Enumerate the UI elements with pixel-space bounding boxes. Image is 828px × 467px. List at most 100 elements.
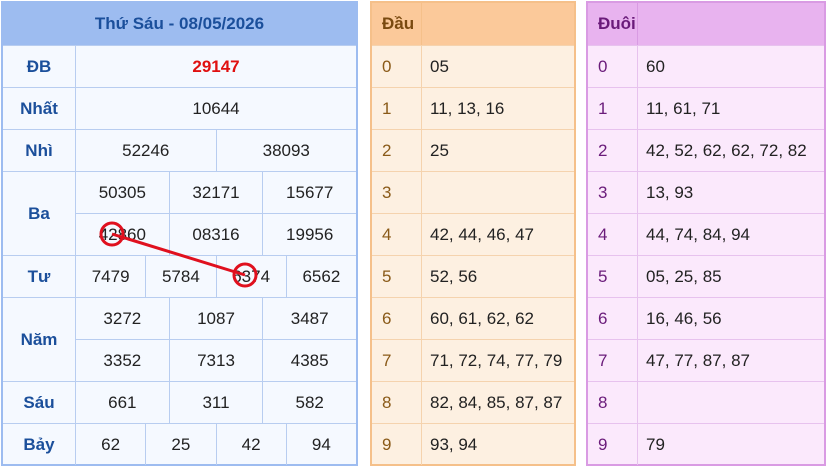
prize-number: 6562 bbox=[285, 256, 356, 297]
prize-number: 08316 bbox=[168, 214, 263, 255]
duoi-row: 2 42, 52, 62, 62, 72, 82 bbox=[588, 129, 824, 171]
dau-row: 1 11, 13, 16 bbox=[372, 87, 574, 129]
duoi-digit: 0 bbox=[588, 46, 638, 87]
prize-label: Tư bbox=[3, 256, 76, 297]
prize-number: 19956 bbox=[262, 214, 356, 255]
dau-values: 52, 56 bbox=[430, 266, 478, 286]
results-table: Thứ Sáu - 08/05/2026 ĐB 29147 Nhất 10644 Nhì… bbox=[1, 1, 358, 466]
dau-digit: 0 bbox=[372, 46, 422, 87]
prize-number: 10644 bbox=[192, 98, 240, 118]
prize-number: 52246 bbox=[122, 140, 170, 160]
dau-header: Đầu bbox=[372, 3, 574, 45]
results-title: Thứ Sáu - 08/05/2026 bbox=[3, 3, 356, 45]
prize-number: 15677 bbox=[262, 172, 356, 213]
dau-digit: 1 bbox=[372, 88, 422, 129]
dau-values: 82, 84, 85, 87, 87 bbox=[430, 392, 563, 412]
dau-row: 5 52, 56 bbox=[372, 255, 574, 297]
dau-digit: 2 bbox=[372, 130, 422, 171]
prize-number: 7313 bbox=[168, 340, 263, 381]
duoi-digit: 6 bbox=[588, 298, 638, 339]
duoi-values: 05, 25, 85 bbox=[646, 266, 722, 286]
prize-label: Năm bbox=[3, 298, 76, 381]
results-body: ĐB 29147 Nhất 10644 Nhì 52246 38093 Ba 50305 3217… bbox=[3, 45, 356, 465]
result-row: Năm 3272 1087 3487 3352 7313 4385 bbox=[3, 297, 356, 381]
prize-label: Nhì bbox=[3, 130, 76, 171]
duoi-digit: 3 bbox=[588, 172, 638, 213]
result-row: Nhất 10644 bbox=[3, 87, 356, 129]
duoi-row: 9 79 bbox=[588, 423, 824, 465]
dau-table: Đầu 0 05 1 11, 13, 16 2 25 3 4 42, 44, 46, 47 5 52… bbox=[370, 1, 576, 466]
result-row: Tư 7479 5784 6374 6562 bbox=[3, 255, 356, 297]
dau-values: 05 bbox=[430, 56, 449, 76]
duoi-values bbox=[638, 382, 824, 423]
prize-number: 311 bbox=[168, 382, 263, 423]
duoi-row: 4 44, 74, 84, 94 bbox=[588, 213, 824, 255]
prize-number: 32171 bbox=[168, 172, 263, 213]
prize-label: Ba bbox=[3, 172, 76, 255]
prize-number: 1087 bbox=[168, 298, 263, 339]
duoi-table: Đuôi 0 60 1 11, 61, 71 2 42, 52, 62, 62, 72, … bbox=[586, 1, 826, 466]
dau-row: 2 25 bbox=[372, 129, 574, 171]
dau-row: 9 93, 94 bbox=[372, 423, 574, 465]
result-row: Ba 50305 32171 15677 42860 08316 19956 bbox=[3, 171, 356, 255]
duoi-header: Đuôi bbox=[588, 3, 824, 45]
dau-row: 8 82, 84, 85, 87, 87 bbox=[372, 381, 574, 423]
duoi-body: 0 60 1 11, 61, 71 2 42, 52, 62, 62, 72, 82 3 13… bbox=[588, 45, 824, 465]
duoi-row: 8 bbox=[588, 381, 824, 423]
prize-number: 42860 bbox=[98, 224, 146, 244]
prize-number: 25 bbox=[145, 424, 215, 465]
dau-digit: 6 bbox=[372, 298, 422, 339]
dau-values bbox=[422, 172, 574, 213]
duoi-row: 0 60 bbox=[588, 45, 824, 87]
dau-values: 11, 13, 16 bbox=[430, 98, 505, 118]
dau-row: 0 05 bbox=[372, 45, 574, 87]
dau-values: 60, 61, 62, 62 bbox=[430, 308, 534, 328]
dau-header-label: Đầu bbox=[372, 3, 422, 45]
dau-digit: 3 bbox=[372, 172, 422, 213]
result-row: Nhì 52246 38093 bbox=[3, 129, 356, 171]
dau-values: 93, 94 bbox=[430, 434, 478, 454]
dau-digit: 9 bbox=[372, 424, 422, 465]
duoi-digit: 4 bbox=[588, 214, 638, 255]
duoi-values: 16, 46, 56 bbox=[646, 308, 722, 328]
duoi-values: 11, 61, 71 bbox=[646, 98, 721, 118]
prize-number: 3487 bbox=[262, 298, 356, 339]
dau-row: 7 71, 72, 74, 77, 79 bbox=[372, 339, 574, 381]
prize-number: 582 bbox=[262, 382, 356, 423]
prize-label: Sáu bbox=[3, 382, 76, 423]
dau-row: 6 60, 61, 62, 62 bbox=[372, 297, 574, 339]
dau-values: 42, 44, 46, 47 bbox=[430, 224, 534, 244]
dau-digit: 4 bbox=[372, 214, 422, 255]
duoi-row: 6 16, 46, 56 bbox=[588, 297, 824, 339]
dau-digit: 7 bbox=[372, 340, 422, 381]
dau-values: 71, 72, 74, 77, 79 bbox=[430, 350, 563, 370]
duoi-row: 1 11, 61, 71 bbox=[588, 87, 824, 129]
result-row: ĐB 29147 bbox=[3, 45, 356, 87]
dau-values: 25 bbox=[430, 140, 449, 160]
duoi-row: 3 13, 93 bbox=[588, 171, 824, 213]
dau-row: 4 42, 44, 46, 47 bbox=[372, 213, 574, 255]
result-row: Sáu 661 311 582 bbox=[3, 381, 356, 423]
prize-number: 4385 bbox=[262, 340, 356, 381]
duoi-values: 79 bbox=[646, 434, 665, 454]
duoi-digit: 7 bbox=[588, 340, 638, 381]
duoi-digit: 8 bbox=[588, 382, 638, 423]
prize-number: 5784 bbox=[145, 256, 215, 297]
result-row: Bảy 62 25 42 94 bbox=[3, 423, 356, 465]
prize-number: 38093 bbox=[215, 130, 357, 171]
special-prize-number: 29147 bbox=[192, 56, 240, 76]
prize-number: 7479 bbox=[91, 266, 130, 286]
prize-number: 3352 bbox=[103, 350, 142, 370]
prize-number: 3272 bbox=[103, 308, 142, 328]
dau-digit: 5 bbox=[372, 256, 422, 297]
duoi-values: 13, 93 bbox=[646, 182, 694, 202]
duoi-header-label: Đuôi bbox=[588, 3, 638, 45]
dau-row: 3 bbox=[372, 171, 574, 213]
duoi-digit: 1 bbox=[588, 88, 638, 129]
duoi-row: 7 47, 77, 87, 87 bbox=[588, 339, 824, 381]
prize-label: ĐB bbox=[3, 46, 76, 87]
prize-number: 94 bbox=[285, 424, 356, 465]
duoi-values: 60 bbox=[646, 56, 665, 76]
duoi-values: 44, 74, 84, 94 bbox=[646, 224, 750, 244]
dau-digit: 8 bbox=[372, 382, 422, 423]
